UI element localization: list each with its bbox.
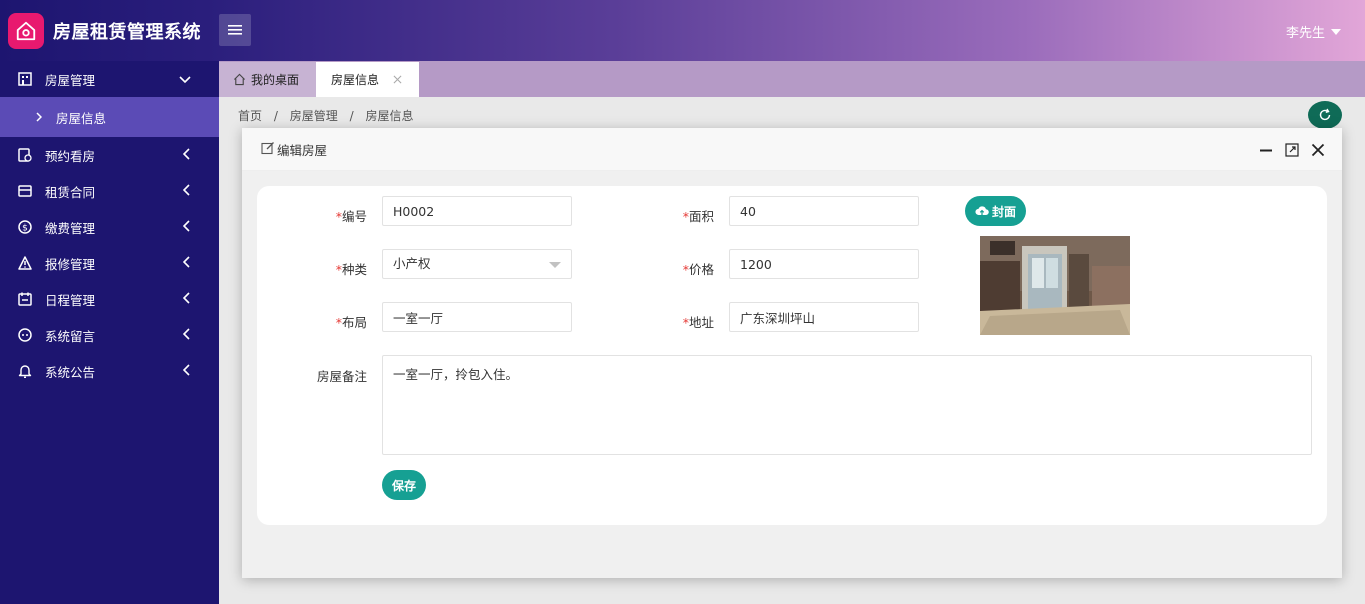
address-input[interactable] — [729, 302, 919, 332]
sidebar-item-label: 系统留言 — [45, 328, 96, 344]
chevron-left-icon — [182, 184, 191, 199]
refresh-icon — [1319, 108, 1331, 121]
sidebar-item-label: 房屋管理 — [45, 72, 96, 88]
code-input[interactable] — [382, 196, 572, 226]
remark-label: 房屋备注 — [316, 369, 367, 384]
sidebar-item-house-info[interactable]: 房屋信息 — [0, 97, 219, 137]
sidebar-item-messages[interactable]: 系统留言 — [0, 317, 219, 353]
breadcrumb: 首页 / 房屋管理 / 房屋信息 — [238, 107, 421, 124]
top-header: 房屋租赁管理系统 李先生 — [0, 0, 1365, 61]
minimize-icon[interactable] — [1258, 142, 1274, 158]
breadcrumb-home[interactable]: 首页 — [238, 109, 262, 123]
area-input[interactable] — [729, 196, 919, 226]
cover-button-label: 封面 — [991, 204, 1016, 219]
tab-bar: 我的桌面 房屋信息 — [219, 61, 1365, 97]
sidebar-item-lease-contract[interactable]: 租赁合同 — [0, 173, 219, 209]
svg-text:$: $ — [22, 224, 28, 234]
dollar-icon: $ — [17, 219, 33, 235]
contract-icon — [17, 183, 33, 199]
close-icon[interactable] — [1310, 142, 1326, 158]
sidebar-item-label: 报修管理 — [45, 256, 96, 272]
home-icon — [233, 73, 246, 86]
sidebar-item-repair[interactable]: 报修管理 — [0, 245, 219, 281]
sidebar-item-announcements[interactable]: 系统公告 — [0, 353, 219, 389]
type-select-value: 小产权 — [393, 256, 431, 271]
menu-toggle-button[interactable] — [219, 14, 251, 46]
cover-upload-button[interactable]: 封面 — [965, 196, 1026, 226]
chevron-left-icon — [182, 148, 191, 163]
sidebar: 房屋管理 房屋信息 预约看房 租赁合同 $ 缴费管理 报修管理 日程管理 系统留… — [0, 61, 219, 604]
message-icon — [17, 327, 33, 343]
price-input[interactable] — [729, 249, 919, 279]
sidebar-item-payment[interactable]: $ 缴费管理 — [0, 209, 219, 245]
refresh-button[interactable] — [1308, 101, 1342, 129]
chevron-left-icon — [182, 292, 191, 307]
sidebar-item-label: 租赁合同 — [45, 184, 96, 200]
layout-label: *布局 — [335, 315, 367, 330]
chevron-right-icon — [36, 110, 43, 125]
calendar-check-icon — [17, 147, 33, 163]
home-logo-icon[interactable] — [8, 12, 44, 49]
close-tab-icon[interactable] — [393, 73, 402, 87]
sidebar-item-label: 日程管理 — [45, 292, 96, 308]
breadcrumb-house-info: 房屋信息 — [365, 109, 414, 123]
tab-my-desktop[interactable]: 我的桌面 — [219, 62, 316, 97]
user-name: 李先生 — [1285, 26, 1325, 41]
tab-label: 房屋信息 — [331, 73, 380, 87]
price-label: *价格 — [682, 262, 714, 277]
sidebar-item-label: 房屋信息 — [56, 110, 107, 126]
code-label: *编号 — [335, 209, 367, 224]
sidebar-item-label: 系统公告 — [45, 364, 96, 380]
maximize-icon[interactable] — [1284, 142, 1300, 158]
chevron-left-icon — [182, 364, 191, 379]
breadcrumb-house-management[interactable]: 房屋管理 — [290, 109, 338, 123]
breadcrumb-separator: / — [349, 109, 354, 123]
caret-down-icon — [1331, 28, 1341, 35]
area-label: *面积 — [682, 209, 714, 224]
bell-icon — [17, 363, 33, 379]
chevron-left-icon — [182, 220, 191, 235]
sidebar-item-house-management[interactable]: 房屋管理 — [0, 61, 219, 97]
hamburger-icon — [228, 25, 242, 35]
edit-house-modal: 编辑房屋 *编号 *面积 封面 *种类 小产权 *价格 — [242, 128, 1342, 578]
modal-controls — [1258, 142, 1326, 158]
sidebar-item-label: 预约看房 — [45, 148, 96, 164]
type-select[interactable]: 小产权 — [382, 249, 572, 279]
sidebar-item-viewing-appointment[interactable]: 预约看房 — [0, 137, 219, 173]
schedule-icon — [17, 291, 33, 307]
dropdown-arrow-icon — [549, 262, 561, 268]
chevron-left-icon — [182, 256, 191, 271]
tab-label: 我的桌面 — [251, 73, 300, 87]
chevron-down-icon — [179, 72, 191, 87]
sidebar-item-schedule[interactable]: 日程管理 — [0, 281, 219, 317]
tab-house-info[interactable]: 房屋信息 — [316, 62, 419, 97]
modal-header: 编辑房屋 — [242, 128, 1342, 171]
cover-image[interactable] — [980, 236, 1130, 335]
warning-icon — [17, 255, 33, 271]
form-card: *编号 *面积 封面 *种类 小产权 *价格 — [257, 186, 1327, 525]
building-icon — [17, 71, 33, 87]
layout-input[interactable] — [382, 302, 572, 332]
address-label: *地址 — [682, 315, 714, 330]
edit-icon — [261, 141, 275, 158]
save-button[interactable]: 保存 — [382, 470, 426, 500]
chevron-left-icon — [182, 328, 191, 343]
breadcrumb-separator: / — [273, 109, 278, 123]
cloud-upload-icon — [975, 206, 989, 215]
sidebar-item-label: 缴费管理 — [45, 220, 96, 236]
user-menu[interactable]: 李先生 — [1286, 22, 1341, 41]
app-title: 房屋租赁管理系统 — [53, 21, 201, 43]
type-label: *种类 — [335, 262, 367, 277]
modal-title: 编辑房屋 — [277, 142, 328, 158]
remark-textarea[interactable]: 一室一厅，拎包入住。 — [382, 355, 1312, 455]
